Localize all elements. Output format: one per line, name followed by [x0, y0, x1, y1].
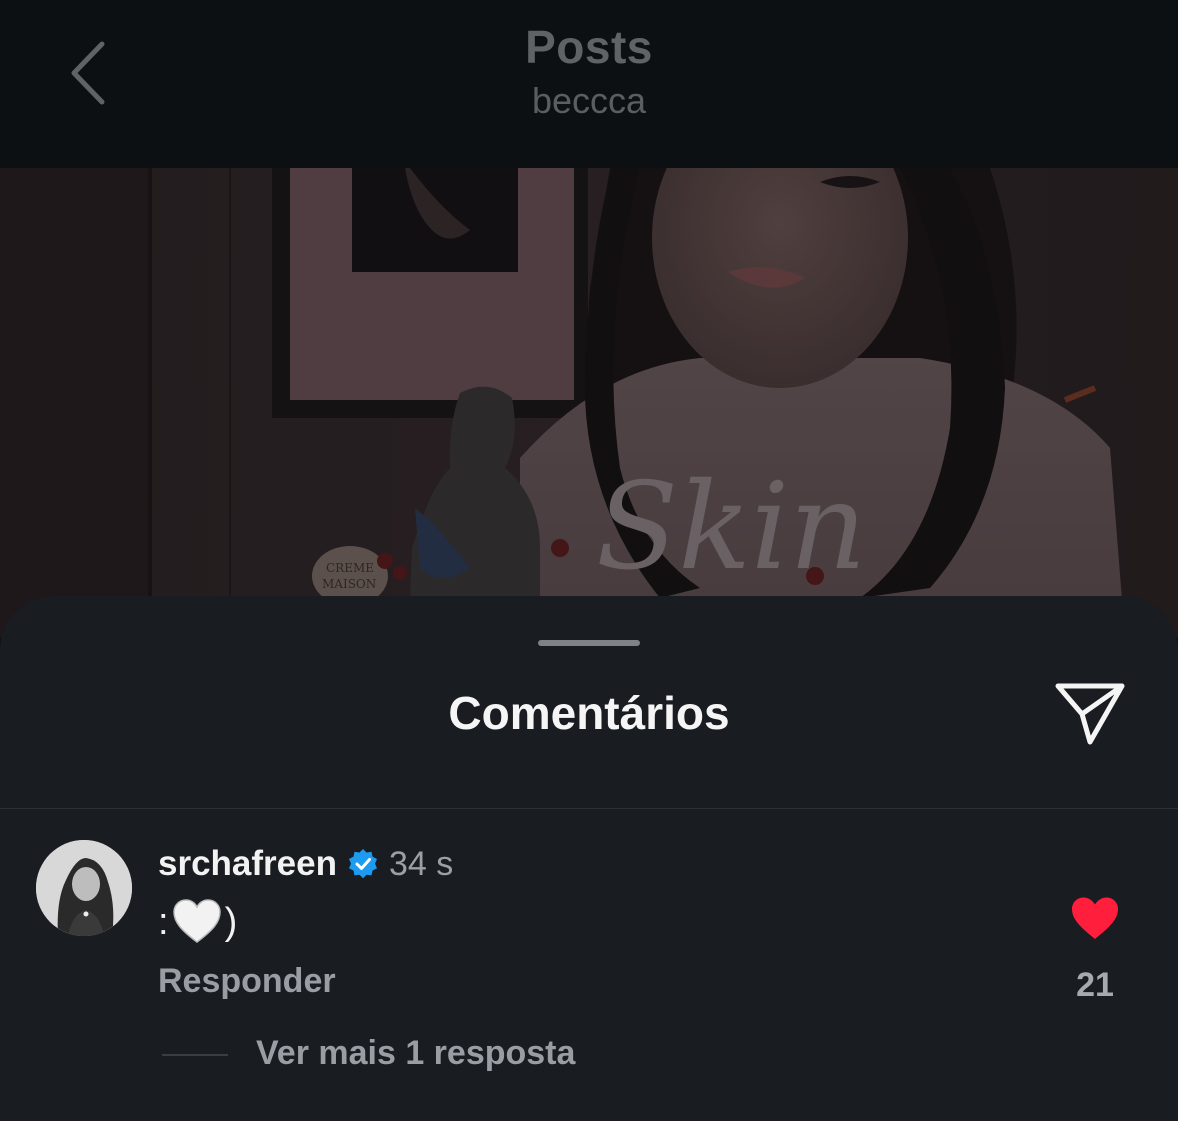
comment-timestamp: 34 s	[388, 844, 454, 883]
white-heart-emoji-icon	[172, 899, 221, 943]
comment-text-suffix: )	[224, 900, 238, 943]
page-title: Posts	[525, 21, 653, 73]
like-button[interactable]	[1070, 896, 1120, 942]
comments-sheet: Comentários srchafreen 34 s:) Responde…	[0, 596, 1178, 1121]
view-more-replies-button[interactable]: Ver mais 1 resposta	[256, 1034, 575, 1073]
red-heart-icon	[1072, 897, 1118, 939]
comment-username[interactable]: srchafreen	[158, 844, 337, 884]
replies-indent-line	[162, 1054, 228, 1056]
paper-plane-icon	[1055, 683, 1125, 745]
page-subtitle-username[interactable]: beccca	[0, 80, 1178, 122]
like-count: 21	[1076, 966, 1114, 1004]
comment-header: srchafreen 34 s	[158, 840, 453, 888]
reply-button[interactable]: Responder	[158, 962, 336, 1001]
sheet-grabber-handle[interactable]	[538, 640, 640, 646]
share-button[interactable]	[1052, 678, 1128, 748]
sheet-title: Comentários	[448, 687, 730, 739]
sheet-divider	[0, 808, 1178, 809]
comment-text-prefix: :	[158, 900, 169, 943]
post-photo[interactable]: Skin CREME MAISON	[0, 168, 1178, 638]
verified-badge-icon	[348, 849, 377, 879]
screen: Posts beccca Skin CREME MAISON Comentári…	[0, 0, 1178, 1121]
avatar[interactable]	[36, 840, 132, 936]
comment-text: : )	[158, 894, 237, 950]
top-header: Posts beccca	[0, 0, 1178, 168]
